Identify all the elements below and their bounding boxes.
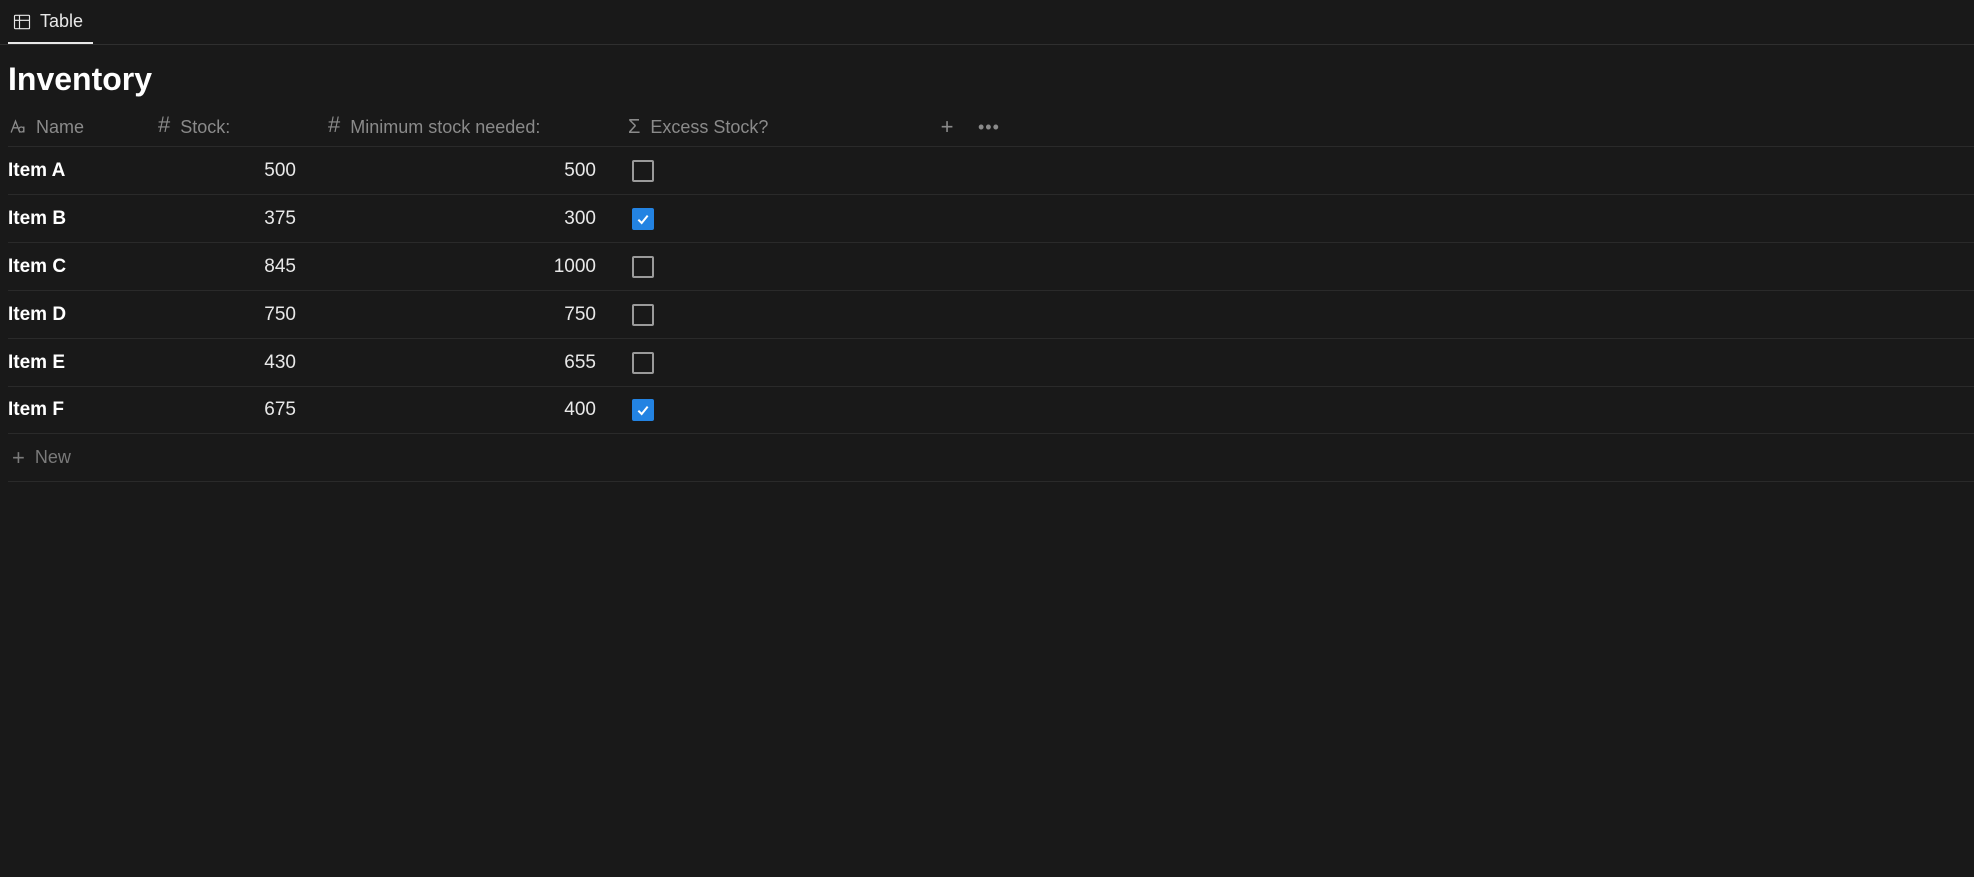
cell-stock-value: 845 [158,256,316,278]
cell-stock-value: 500 [158,160,316,182]
cell-stock[interactable]: 500 [158,160,328,182]
excess-checkbox[interactable] [632,352,654,374]
column-header-min-stock[interactable]: # Minimum stock needed: [328,114,628,140]
column-header-min-stock-label: Minimum stock needed: [350,117,540,138]
cell-name[interactable]: Item B [8,208,158,230]
cell-stock-value: 430 [158,352,316,374]
cell-min-stock-value: 750 [328,304,616,326]
cell-stock[interactable]: 430 [158,352,328,374]
cell-name[interactable]: Item E [8,352,158,374]
excess-checkbox[interactable] [632,399,654,421]
add-column-button[interactable]: + [928,114,978,140]
cell-name-value: Item D [8,304,66,326]
view-tabs: Table [0,0,1974,45]
text-icon [8,117,28,137]
cell-stock[interactable]: 675 [158,399,328,421]
table-more-button[interactable]: ••• [978,117,1028,138]
cell-min-stock-value: 400 [328,399,616,421]
inventory-table: Name # Stock: # Minimum stock needed: Σ … [0,108,1974,482]
cell-name-value: Item A [8,160,65,182]
cell-min-stock-value: 300 [328,208,616,230]
tab-table[interactable]: Table [8,1,93,44]
excess-checkbox[interactable] [632,160,654,182]
page-title[interactable]: Inventory [0,45,1974,108]
cell-min-stock[interactable]: 750 [328,304,628,326]
table-row[interactable]: Item B 375 300 [8,194,1974,242]
cell-name[interactable]: Item C [8,256,158,278]
column-header-excess-label: Excess Stock? [650,117,768,138]
formula-icon: Σ [628,116,640,139]
check-icon [635,211,651,227]
table-row[interactable]: Item D 750 750 [8,290,1974,338]
cell-name-value: Item E [8,352,65,374]
cell-excess[interactable] [628,304,928,326]
cell-min-stock-value: 500 [328,160,616,182]
cell-stock-value: 675 [158,399,316,421]
number-icon: # [158,112,170,138]
plus-icon: + [12,445,25,471]
cell-stock-value: 750 [158,304,316,326]
new-row-label: New [35,447,71,468]
column-header-stock[interactable]: # Stock: [158,114,328,140]
table-row[interactable]: Item A 500 500 [8,146,1974,194]
cell-min-stock[interactable]: 655 [328,352,628,374]
cell-min-stock-value: 1000 [328,256,616,278]
cell-min-stock-value: 655 [328,352,616,374]
cell-excess[interactable] [628,256,928,278]
column-header-name-label: Name [36,117,84,138]
cell-name-value: Item F [8,399,64,421]
check-icon [635,402,651,418]
cell-name-value: Item B [8,208,66,230]
cell-stock[interactable]: 845 [158,256,328,278]
table-row[interactable]: Item C 845 1000 [8,242,1974,290]
cell-name[interactable]: Item F [8,399,158,421]
cell-excess[interactable] [628,399,928,421]
cell-stock[interactable]: 750 [158,304,328,326]
cell-min-stock[interactable]: 1000 [328,256,628,278]
cell-min-stock[interactable]: 300 [328,208,628,230]
column-header-excess[interactable]: Σ Excess Stock? [628,116,928,139]
number-icon: # [328,112,340,138]
excess-checkbox[interactable] [632,256,654,278]
cell-min-stock[interactable]: 500 [328,160,628,182]
table-icon [12,12,32,32]
cell-stock[interactable]: 375 [158,208,328,230]
tab-table-label: Table [40,11,83,32]
cell-name[interactable]: Item D [8,304,158,326]
table-row[interactable]: Item E 430 655 [8,338,1974,386]
more-icon: ••• [978,117,1000,138]
column-header-stock-label: Stock: [180,117,230,138]
cell-excess[interactable] [628,160,928,182]
cell-excess[interactable] [628,352,928,374]
excess-checkbox[interactable] [632,304,654,326]
cell-name-value: Item C [8,256,66,278]
excess-checkbox[interactable] [632,208,654,230]
cell-stock-value: 375 [158,208,316,230]
new-row-button[interactable]: + New [8,434,1974,482]
column-header-name[interactable]: Name [8,117,158,138]
cell-min-stock[interactable]: 400 [328,399,628,421]
table-row[interactable]: Item F 675 400 [8,386,1974,434]
table-header-row: Name # Stock: # Minimum stock needed: Σ … [8,108,1974,146]
cell-excess[interactable] [628,208,928,230]
plus-icon: + [941,114,954,140]
cell-name[interactable]: Item A [8,160,158,182]
